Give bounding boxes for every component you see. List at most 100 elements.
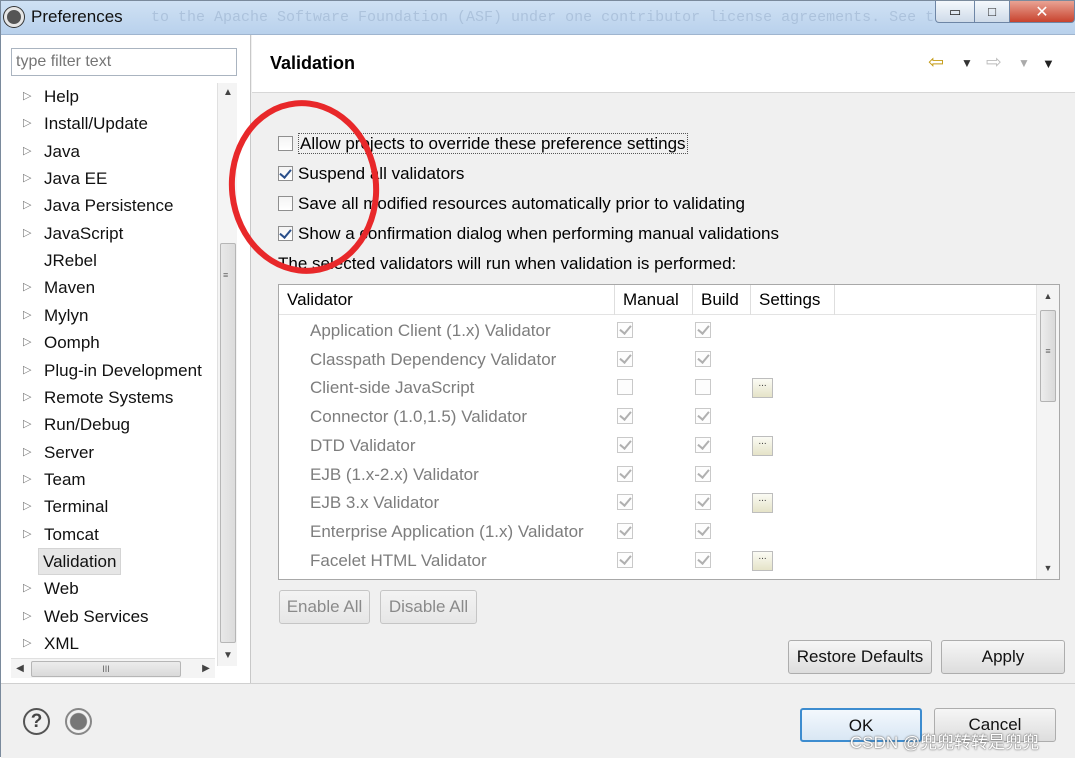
expand-arrow-icon[interactable]: ▷: [23, 630, 35, 657]
expand-arrow-icon[interactable]: ▷: [23, 192, 35, 219]
tree-horizontal-scrollbar[interactable]: ◀ III ▶: [11, 658, 215, 678]
manual-checkbox[interactable]: [617, 551, 633, 568]
manual-checkbox[interactable]: [617, 522, 633, 539]
expand-arrow-icon[interactable]: ▷: [23, 138, 35, 165]
table-row[interactable]: EJB (1.x-2.x) Validator: [279, 460, 1037, 489]
tree-item[interactable]: ▷ Web: [1, 575, 215, 602]
expand-arrow-icon[interactable]: ▷: [23, 603, 35, 630]
forward-arrow-icon[interactable]: ⇨: [986, 51, 1002, 75]
expand-arrow-icon[interactable]: ▷: [23, 357, 35, 384]
settings-button[interactable]: ...: [752, 493, 773, 514]
expand-arrow-icon[interactable]: ▷: [23, 274, 35, 301]
restore-defaults-button[interactable]: Restore Defaults: [788, 640, 932, 674]
back-arrow-icon[interactable]: ⇦: [928, 51, 944, 75]
close-window-button[interactable]: ✕: [1009, 1, 1075, 23]
build-checkbox[interactable]: [695, 379, 711, 396]
expand-arrow-icon[interactable]: ▷: [23, 493, 35, 520]
manual-checkbox[interactable]: [617, 350, 633, 367]
build-checkbox[interactable]: [695, 551, 711, 568]
tree-item[interactable]: ▷ Terminal: [1, 493, 215, 520]
scroll-up-arrow-icon[interactable]: ▲: [218, 83, 238, 103]
expand-arrow-icon[interactable]: ▷: [23, 302, 35, 329]
tree-item[interactable]: ▷ Tomcat: [1, 521, 215, 548]
tree-item[interactable]: ▷ Java: [1, 138, 215, 165]
settings-button[interactable]: ...: [752, 378, 773, 399]
expand-arrow-icon[interactable]: ▷: [23, 575, 35, 602]
tree-item[interactable]: ▷ Web Services: [1, 603, 215, 630]
disable-all-button[interactable]: Disable All: [380, 590, 477, 624]
build-checkbox[interactable]: [695, 522, 711, 539]
back-dropdown-icon[interactable]: ▼: [961, 56, 973, 80]
tree-item[interactable]: ▷ JavaScript: [1, 220, 215, 247]
build-checkbox[interactable]: [695, 465, 711, 482]
table-row[interactable]: Connector (1.0,1.5) Validator: [279, 402, 1037, 431]
build-checkbox[interactable]: [695, 350, 711, 367]
enable-all-button[interactable]: Enable All: [279, 590, 370, 624]
tree-item[interactable]: ▷ Plug-in Development: [1, 357, 215, 384]
tree-item[interactable]: ▷ Mylyn: [1, 302, 215, 329]
horizontal-scrollbar-thumb[interactable]: III: [31, 661, 181, 677]
build-checkbox[interactable]: [695, 322, 711, 338]
expand-arrow-icon[interactable]: ▷: [23, 110, 35, 137]
expand-arrow-icon[interactable]: ▷: [23, 466, 35, 493]
build-checkbox[interactable]: [695, 408, 711, 425]
tree-item[interactable]: ▷ Java EE: [1, 165, 215, 192]
scroll-up-arrow-icon[interactable]: ▲: [1037, 285, 1059, 307]
manual-checkbox[interactable]: [617, 322, 633, 338]
scroll-down-arrow-icon[interactable]: ▼: [218, 646, 238, 666]
tree-item[interactable]: ▷ Remote Systems: [1, 384, 215, 411]
help-icon[interactable]: ?: [23, 708, 50, 735]
column-header-build[interactable]: Build: [693, 285, 751, 315]
forward-dropdown-icon[interactable]: ▼: [1018, 56, 1030, 80]
expand-arrow-icon[interactable]: ▷: [23, 83, 35, 110]
manual-checkbox[interactable]: [617, 465, 633, 482]
tree-item[interactable]: JRebel: [1, 247, 215, 274]
scroll-right-arrow-icon[interactable]: ▶: [197, 659, 215, 679]
column-header-manual[interactable]: Manual: [615, 285, 693, 315]
manual-checkbox[interactable]: [617, 494, 633, 511]
table-row[interactable]: EJB 3.x Validator...: [279, 488, 1037, 517]
expand-arrow-icon[interactable]: ▷: [23, 411, 35, 438]
apply-button[interactable]: Apply: [941, 640, 1065, 674]
table-row[interactable]: Classpath Dependency Validator: [279, 345, 1037, 374]
expand-arrow-icon[interactable]: ▷: [23, 165, 35, 192]
expand-arrow-icon[interactable]: ▷: [23, 439, 35, 466]
record-icon[interactable]: [65, 708, 92, 735]
table-row[interactable]: DTD Validator...: [279, 431, 1037, 460]
table-vertical-scrollbar[interactable]: ▲ ≡ ▼: [1036, 285, 1059, 579]
table-row[interactable]: Facelet HTML Validator...: [279, 546, 1037, 575]
settings-button[interactable]: ...: [752, 435, 773, 456]
expand-arrow-icon[interactable]: ▷: [23, 521, 35, 548]
view-menu-icon[interactable]: ▼: [1042, 56, 1055, 80]
table-row[interactable]: Application Client (1.x) Validator: [279, 316, 1037, 345]
tree-item[interactable]: ▷ Maven: [1, 274, 215, 301]
scroll-down-arrow-icon[interactable]: ▼: [1037, 557, 1059, 579]
tree-item[interactable]: ▷ Server: [1, 439, 215, 466]
filter-input[interactable]: [11, 48, 237, 76]
expand-arrow-icon[interactable]: ▷: [23, 384, 35, 411]
scrollbar-thumb[interactable]: ≡: [1040, 310, 1056, 402]
manual-checkbox[interactable]: [617, 379, 633, 396]
column-header-settings[interactable]: Settings: [751, 285, 835, 315]
build-checkbox[interactable]: [695, 494, 711, 511]
scrollbar-thumb[interactable]: [220, 243, 236, 643]
column-header-validator[interactable]: Validator: [279, 285, 615, 315]
tree-item[interactable]: ▷ Team: [1, 466, 215, 493]
tree-item[interactable]: ▷ XML: [1, 630, 215, 657]
tree-item[interactable]: ▷ Run/Debug: [1, 411, 215, 438]
tree-item[interactable]: Validation: [1, 547, 215, 575]
settings-button[interactable]: ...: [752, 550, 773, 571]
build-checkbox[interactable]: [695, 436, 711, 453]
manual-checkbox[interactable]: [617, 408, 633, 425]
tree-item[interactable]: ▷ Install/Update: [1, 110, 215, 137]
manual-checkbox[interactable]: [617, 436, 633, 453]
tree-item[interactable]: ▷ Oomph: [1, 329, 215, 356]
maximize-button[interactable]: □: [974, 1, 1010, 23]
tree-item[interactable]: ▷ Help: [1, 83, 215, 110]
expand-arrow-icon[interactable]: ▷: [23, 220, 35, 247]
scroll-left-arrow-icon[interactable]: ◀: [11, 659, 29, 679]
expand-arrow-icon[interactable]: ▷: [23, 329, 35, 356]
table-row[interactable]: Enterprise Application (1.x) Validator: [279, 517, 1037, 546]
tree-item[interactable]: ▷ Java Persistence: [1, 192, 215, 219]
table-row[interactable]: Client-side JavaScript...: [279, 373, 1037, 402]
